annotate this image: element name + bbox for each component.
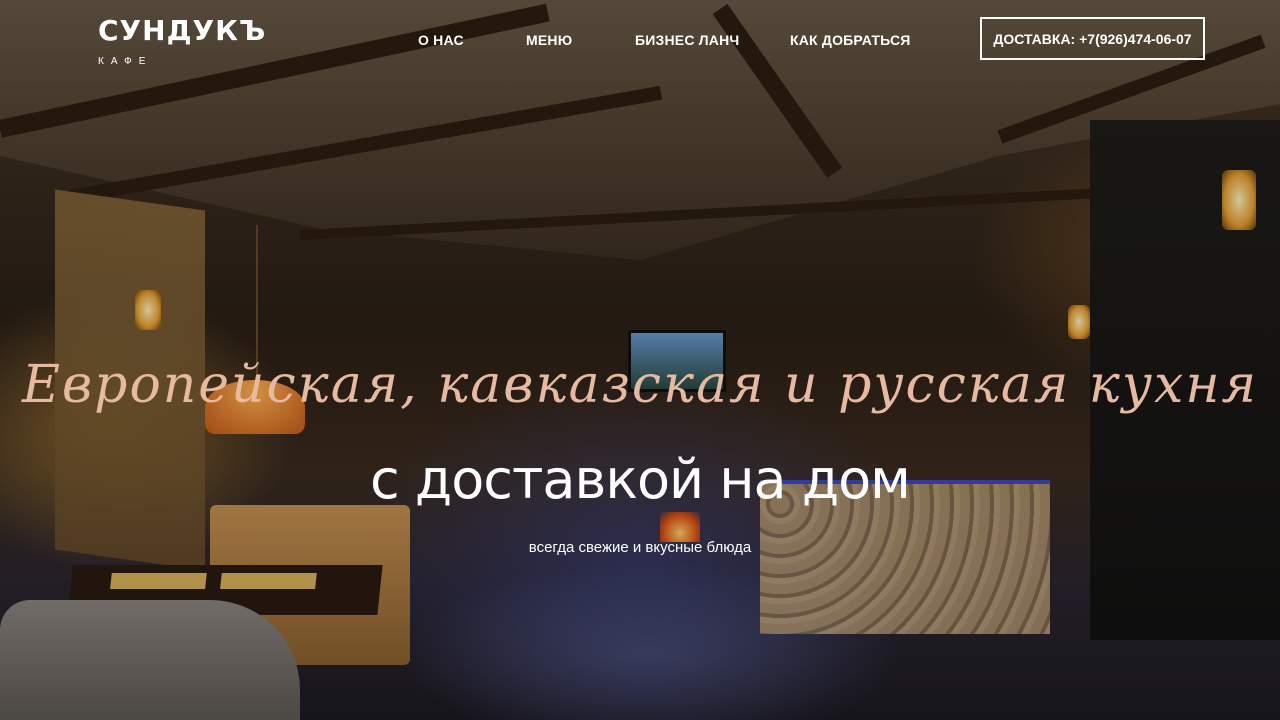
nav-link-business-lunch[interactable]: БИЗНЕС ЛАНЧ	[635, 32, 739, 48]
hero-subtitle: всегда свежие и вкусные блюда	[528, 539, 752, 556]
nav-link-menu[interactable]: МЕНЮ	[526, 32, 572, 48]
nav-link-about[interactable]: О НАС	[418, 32, 464, 48]
hero-title: с доставкой на дом	[370, 448, 911, 511]
hero-cuisine-tagline: Европейская, кавказская и русская кухня	[21, 355, 1259, 415]
site-header: СУНДУКЪ КАФЕ О НАС МЕНЮ БИЗНЕС ЛАНЧ КАК …	[0, 0, 1280, 90]
delivery-phone-button[interactable]: ДОСТАВКА: +7(926)474-06-07	[980, 17, 1205, 60]
nav-link-directions[interactable]: КАК ДОБРАТЬСЯ	[790, 32, 911, 48]
logo-subtitle: КАФЕ	[98, 56, 153, 67]
